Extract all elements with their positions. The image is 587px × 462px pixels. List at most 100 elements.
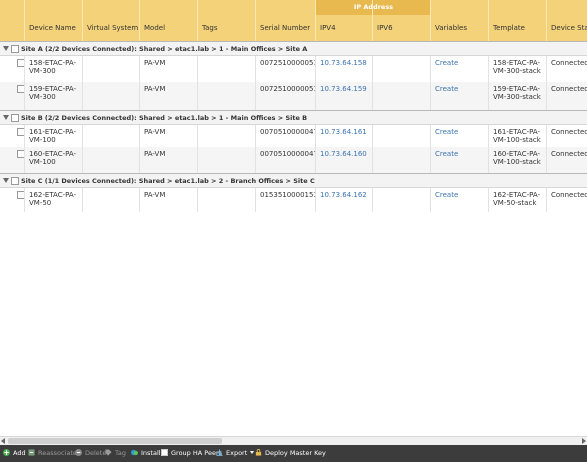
model-cell: PA-VM [140,125,198,147]
reassociate-icon [28,449,35,456]
group-ha-peers-label: Group HA Peers [171,449,223,457]
model-cell: PA-VM [140,147,198,173]
scroll-left-icon[interactable] [1,438,5,444]
add-button[interactable]: Add [3,448,26,459]
export-label: Export [226,449,248,457]
ipv4-link[interactable]: 10.73.64.161 [316,125,373,147]
col-virtual-system[interactable]: Virtual System [83,0,140,41]
ipv4-link[interactable]: 10.73.64.158 [316,56,373,82]
group-checkbox[interactable] [11,177,19,185]
group-checkbox[interactable] [11,45,19,53]
group-ha-peers-toggle[interactable]: Group HA Peers [161,448,222,459]
col-tags[interactable]: Tags [198,0,256,41]
table-row[interactable]: 159-ETAC-PA-VM-300 PA-VM 00725100000511.… [0,82,587,110]
serial-cell: 00725100000511... [256,56,316,82]
collapse-toggle-icon[interactable] [3,46,9,51]
install-icon [131,449,138,456]
chevron-down-icon [250,451,255,454]
collapse-toggle-icon[interactable] [3,178,9,183]
group-label: Site B (2/2 Devices Connected): Shared >… [21,114,308,122]
export-button[interactable]: Export [216,448,255,459]
col-tags-label: Tags [202,24,218,32]
model-cell: PA-VM [140,82,198,110]
template-cell: 159-ETAC-PA-VM-300-stack [489,82,547,110]
col-ipv4[interactable]: IPV4 [316,0,373,41]
serial-cell: 00705100000474... [256,147,316,173]
col-device-name[interactable]: Device Name [25,0,83,41]
col-variables[interactable]: Variables [431,0,489,41]
select-column-header [0,0,25,41]
delete-icon [75,449,82,456]
scrollbar-thumb[interactable] [8,438,222,444]
variables-create-link[interactable]: Create [431,125,489,147]
variables-create-link[interactable]: Create [431,147,489,173]
table-row[interactable]: 158-ETAC-PA-VM-300 PA-VM 00725100000511.… [0,56,587,82]
row-checkbox[interactable] [17,191,24,199]
ipv4-link[interactable]: 10.73.64.162 [316,188,373,212]
template-cell: 162-ETAC-PA-VM-50-stack [489,188,547,212]
row-checkbox[interactable] [17,150,24,158]
virtual-system-cell [83,82,140,110]
ipv6-cell [373,82,431,110]
deploy-master-key-label: Deploy Master Key [265,449,326,457]
col-ipv4-label: IPV4 [320,24,336,32]
group-checkbox[interactable] [11,114,19,122]
ipv6-cell [373,56,431,82]
variables-create-link[interactable]: Create [431,188,489,212]
tags-cell [198,56,256,82]
install-button[interactable]: Install [131,448,161,459]
variables-create-link[interactable]: Create [431,56,489,82]
row-checkbox[interactable] [17,59,24,67]
install-label: Install [141,449,161,457]
add-label: Add [13,449,26,457]
model-cell: PA-VM [140,56,198,82]
row-checkbox[interactable] [17,85,24,93]
template-cell: 160-ETAC-PA-VM-100-stack [489,147,547,173]
ipv6-cell [373,125,431,147]
collapse-toggle-icon[interactable] [3,115,9,120]
group-row-site-a[interactable]: Site A (2/2 Devices Connected): Shared >… [0,41,587,56]
device-state-cell: Connected [551,59,587,67]
variables-create-link[interactable]: Create [431,82,489,110]
col-template[interactable]: Template [489,0,547,41]
table-row[interactable]: 160-ETAC-PA-VM-100 PA-VM 00705100000474.… [0,147,587,173]
row-checkbox[interactable] [17,128,24,136]
device-state-cell: Connected [551,128,587,136]
plus-icon [3,449,10,456]
reassociate-button[interactable]: Reassociate [28,448,77,459]
serial-cell: 0153510000153... [256,188,316,212]
ipv4-link[interactable]: 10.73.64.159 [316,82,373,110]
tag-icon [105,449,112,456]
ipv4-link[interactable]: 10.73.64.160 [316,147,373,173]
tag-button[interactable]: Tag [105,448,126,459]
ipv6-cell [373,147,431,173]
col-device-state-label: Device State [551,24,587,32]
col-ipv6-label: IPV6 [377,24,393,32]
tag-label: Tag [115,449,127,457]
tags-cell [198,188,256,212]
action-toolbar: Add Reassociate Delete Tag Install Group… [0,445,587,462]
delete-button[interactable]: Delete [75,448,106,459]
virtual-system-cell [83,188,140,212]
tags-cell [198,82,256,110]
col-template-label: Template [493,24,525,32]
col-device-state[interactable]: Device State [547,0,587,41]
device-name-cell: 160-ETAC-PA-VM-100 [25,147,83,173]
group-row-site-c[interactable]: Site C (1/1 Devices Connected): Shared >… [0,173,587,188]
col-serial-number[interactable]: Serial Number [256,0,316,41]
device-state-cell: Connected [551,191,587,199]
horizontal-scrollbar[interactable] [0,436,587,445]
device-name-cell: 161-ETAC-PA-VM-100 [25,125,83,147]
group-ha-peers-checkbox[interactable] [161,449,168,456]
col-model[interactable]: Model [140,0,198,41]
group-row-site-b[interactable]: Site B (2/2 Devices Connected): Shared >… [0,110,587,125]
table-row[interactable]: 161-ETAC-PA-VM-100 PA-VM 00705100000474.… [0,125,587,147]
virtual-system-cell [83,125,140,147]
template-cell: 158-ETAC-PA-VM-300-stack [489,56,547,82]
col-device-name-label: Device Name [29,24,76,32]
template-cell: 161-ETAC-PA-VM-100-stack [489,125,547,147]
deploy-master-key-button[interactable]: Deploy Master Key [255,448,326,459]
scroll-right-icon[interactable] [582,438,586,444]
table-row[interactable]: 162-ETAC-PA-VM-50 PA-VM 0153510000153...… [0,188,587,212]
col-ipv6[interactable]: IPV6 [373,0,431,41]
